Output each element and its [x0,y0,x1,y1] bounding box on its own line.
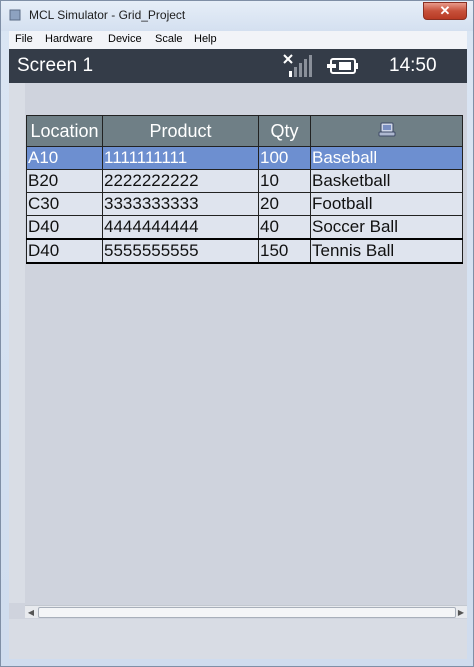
scroll-left-icon[interactable]: ◀ [25,606,37,618]
cell-location: A10 [26,146,103,170]
app-icon [9,9,21,21]
window-title: MCL Simulator - Grid_Project [29,8,186,22]
table-row[interactable]: A10 1111111111 100 Baseball [26,146,463,170]
cell-qty: 150 [258,238,311,264]
left-strip [9,83,25,603]
horizontal-scrollbar[interactable]: ◀ ▶ [25,605,467,618]
simulator-window: MCL Simulator - Grid_Project ✕ File Hard… [0,0,474,667]
menu-scale[interactable]: Scale [155,33,183,45]
cell-location: D40 [26,238,103,264]
signal-no-service-icon [283,54,312,77]
screen-title: Screen 1 [17,55,94,76]
cell-location: B20 [26,169,103,193]
grid-area: Location Product Qty A10 1111111111 100 … [9,83,467,603]
cell-qty: 20 [258,192,311,216]
menu-device[interactable]: Device [108,33,142,45]
column-header-image[interactable] [310,115,463,147]
cell-name: Tennis Ball [310,238,463,264]
grid-header-row: Location Product Qty [26,115,463,147]
data-grid[interactable]: Location Product Qty A10 1111111111 100 … [26,115,463,264]
cell-location: D40 [26,215,103,240]
cell-qty: 10 [258,169,311,193]
scrollbar-thumb[interactable] [38,607,456,618]
menu-hardware[interactable]: Hardware [45,33,93,45]
column-header-location[interactable]: Location [26,115,103,147]
column-header-product[interactable]: Product [102,115,259,147]
title-bar: MCL Simulator - Grid_Project ✕ [1,1,473,31]
device-screen: Screen 1 14:50 Location Product Qty A10 … [9,49,467,619]
cell-qty: 100 [258,146,311,170]
cell-name: Soccer Ball [310,215,463,240]
cell-name: Basketball [310,169,463,193]
battery-charging-icon [327,58,358,74]
table-row[interactable]: C30 3333333333 20 Football [26,192,463,216]
status-bar: Screen 1 14:50 [9,49,467,83]
cell-product: 3333333333 [102,192,259,216]
column-header-qty[interactable]: Qty [258,115,311,147]
table-row[interactable]: D40 5555555555 150 Tennis Ball [26,238,463,264]
table-row[interactable]: D40 4444444444 40 Soccer Ball [26,215,463,240]
cell-qty: 40 [258,215,311,240]
cell-product: 1111111111 [102,146,259,170]
cell-name: Baseball [310,146,463,170]
clock: 14:50 [389,55,437,76]
menu-file[interactable]: File [15,33,33,45]
scroll-right-icon[interactable]: ▶ [455,606,467,618]
device-icon [378,122,395,136]
close-button[interactable]: ✕ [423,2,467,20]
cell-product: 4444444444 [102,215,259,240]
soft-key-bar [9,619,467,659]
cell-name: Football [310,192,463,216]
menu-help[interactable]: Help [194,33,217,45]
menu-bar: File Hardware Device Scale Help [9,31,467,50]
cell-product: 5555555555 [102,238,259,264]
table-row[interactable]: B20 2222222222 10 Basketball [26,169,463,193]
cell-location: C30 [26,192,103,216]
close-icon: ✕ [439,3,451,18]
cell-product: 2222222222 [102,169,259,193]
